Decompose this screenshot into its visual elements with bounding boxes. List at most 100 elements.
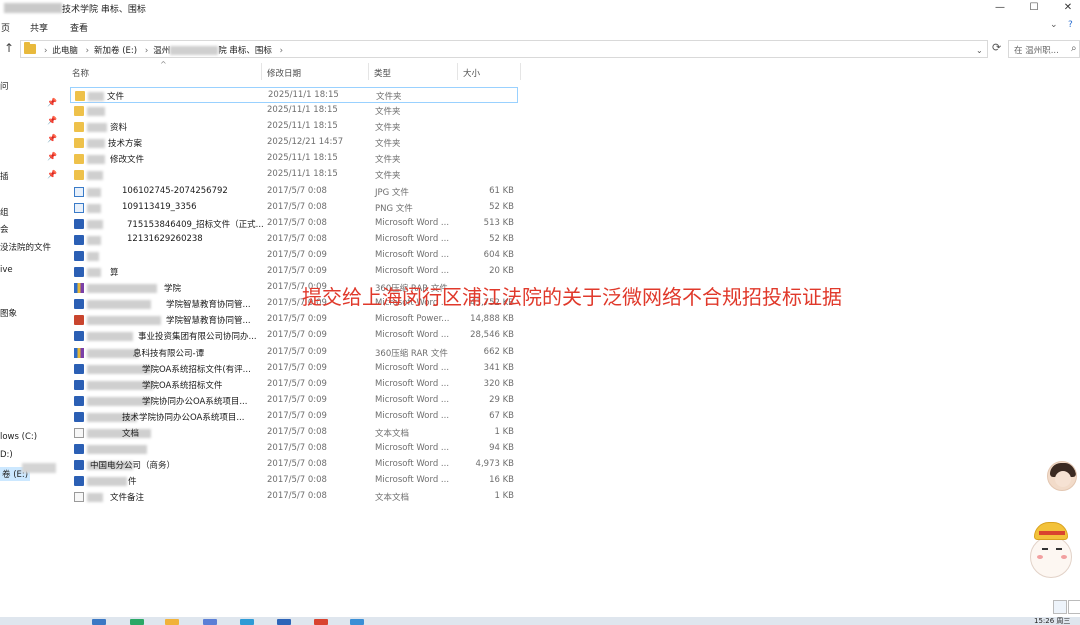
help-icon[interactable]: ? [1068,20,1073,30]
file-type: 文件夹 [375,139,401,150]
breadcrumb: › 此电脑 › 新加卷 (E:) › 温州 院 串标、围标 › [39,44,288,56]
column-header-type[interactable]: 类型 [374,67,391,79]
nav-item-2[interactable]: 插 [0,170,9,182]
avatar [1047,461,1077,491]
file-type: 文件夹 [376,92,402,102]
file-date: 2025/11/1 18:15 [268,90,339,100]
nav-item-drive-d[interactable]: D:) [0,450,13,460]
up-arrow-icon[interactable]: ↑ [4,41,14,55]
nav-item-court-files[interactable]: 没法院的文件 [0,241,51,253]
file-row[interactable]: 修改文件 2025/11/1 18:15 文件夹 [70,151,518,167]
taskbar-app-icon[interactable] [240,619,254,625]
taskbar-app-icon[interactable] [92,619,106,625]
taskbar-app-icon[interactable] [350,619,364,625]
redacted-name [87,171,103,181]
pin-icon[interactable]: 📌 [47,98,57,107]
large-icons-view-icon[interactable] [1068,600,1080,614]
taskbar-app-icon[interactable] [165,619,179,625]
file-row[interactable]: 技术学院协同办公OA系统项目... 2017/5/7 0:09 Microsoft … [70,409,518,425]
file-row[interactable]: 学院协同办公OA系统项目... 2017/5/7 0:09 Microsoft Wo… [70,393,518,409]
nav-item-onedrive[interactable]: ive [0,265,13,275]
crumb-current[interactable]: 院 串标、围标 [218,46,272,56]
file-type: 文本文档 [375,493,410,504]
file-row[interactable]: 2017/5/7 0:09 Microsoft Word ... 604 KB [70,248,518,264]
pin-icon[interactable]: 📌 [47,152,57,161]
file-name: 文档 [122,428,140,439]
text-file-icon [74,492,84,503]
maximize-button[interactable]: ☐ [1016,0,1052,16]
tab-home[interactable]: 页 [1,21,10,34]
image-file-icon [74,202,84,213]
file-row[interactable]: 学院OA系统招标文件 2017/5/7 0:09 Microsoft Word ..… [70,377,518,393]
file-type: 360压缩 RAR 文件 [375,348,448,359]
taskbar-app-icon[interactable] [277,619,291,625]
address-bar[interactable]: › 此电脑 › 新加卷 (E:) › 温州 院 串标、围标 › ⌄ [20,40,988,58]
file-name: 事业投资集团有限公司协同办... [138,332,257,343]
close-button[interactable]: ✕ [1050,0,1080,16]
ribbon-expand-icon[interactable]: ⌄ [1050,20,1058,30]
chevron-down-icon[interactable]: ⌄ [976,46,983,55]
nav-item-6[interactable]: 图象 [0,307,17,319]
file-row[interactable]: 12131629260238 2017/5/7 0:08 Microsoft Wor… [70,232,518,248]
file-row[interactable]: 学院OA系统招标文件(有评... 2017/5/7 0:09 Microsoft W… [70,361,518,377]
file-size: 662 KB [483,346,514,357]
pin-icon[interactable]: 📌 [47,170,57,179]
column-header-name[interactable]: 名称 [72,67,89,79]
file-row[interactable]: 事业投资集团有限公司协同办... 2017/5/7 0:09 Microsoft W… [70,328,518,344]
file-size: 604 KB [483,249,514,260]
file-row[interactable]: 中国电分公司（商务） 2017/5/7 0:08 Microsoft Word ..… [70,457,518,473]
pin-icon[interactable]: 📌 [47,116,57,125]
file-row[interactable]: 2025/11/1 18:15 文件夹 [70,167,518,183]
chevron-right-icon: › [279,46,284,56]
word-doc-icon [74,395,84,406]
column-divider[interactable] [261,63,262,80]
file-row[interactable]: 106102745-2074256792 2017/5/7 0:08 JPG 文件 6… [70,184,518,200]
file-name: 学院OA系统招标文件 [142,380,223,391]
file-date: 2017/5/7 0:09 [267,330,327,341]
file-row[interactable]: 2017/5/7 0:08 Microsoft Word ... 94 KB [70,441,518,457]
crumb-drive-e[interactable]: 新加卷 (E:) [94,46,137,56]
taskbar-app-icon[interactable] [314,619,328,625]
word-doc-icon [74,267,84,278]
file-row[interactable]: 文件 2025/11/1 18:15 文件夹 [70,87,518,104]
taskbar-app-icon[interactable] [203,619,217,625]
file-date: 2017/5/7 0:08 [267,426,327,437]
file-row[interactable]: 算 2017/5/7 0:09 Microsoft Word ... 20 KB [70,264,518,280]
column-header-size[interactable]: 大小 [463,67,480,79]
nav-item-quick-access[interactable]: 问 [0,80,9,92]
nav-item-4[interactable]: 会 [0,223,9,235]
details-view-icon[interactable] [1053,600,1067,614]
column-divider[interactable] [457,63,458,80]
file-row[interactable]: 息科技有限公司-谭 2017/5/7 0:09 360压缩 RAR 文件 662 KB [70,345,518,361]
file-row[interactable]: 学院智慧教育协同管... 2017/5/7 0:09 Microsoft Power… [70,312,518,328]
file-row[interactable]: 资料 2025/11/1 18:15 文件夹 [70,119,518,135]
column-divider[interactable] [368,63,369,80]
nav-item-group[interactable]: 组 [0,206,9,218]
file-row[interactable]: 109113419_3356 2017/5/7 0:08 PNG 文件 52 KB [70,200,518,216]
crumb-wenzhou[interactable]: 温州 [153,46,170,56]
file-name: 71515384​6409_招标文件（正式... [127,219,264,230]
crumb-this-pc[interactable]: 此电脑 [52,46,78,56]
file-name: 文件 [107,92,125,102]
refresh-icon[interactable]: ⟳ [992,41,1001,54]
file-row[interactable]: 71515384​6409_招标文件（正式... 2017/5/7 0:08 Mic… [70,216,518,232]
word-doc-icon [74,476,84,487]
file-type: 文件夹 [375,107,401,118]
file-row[interactable]: 件 2017/5/7 0:08 Microsoft Word ... 16 KB [70,473,518,489]
file-row[interactable]: 文档 2017/5/7 0:08 文本文档 1 KB [70,425,518,441]
file-row[interactable]: 文件备注 2017/5/7 0:08 文本文档 1 KB [70,489,518,505]
file-row[interactable]: 技术方案 2025/12/21 14:57 文件夹 [70,135,518,151]
file-type: 文件夹 [375,123,401,134]
redacted-name [87,477,127,487]
tab-share[interactable]: 共享 [30,21,48,34]
file-size: 1 KB [494,426,514,437]
file-row[interactable]: 2025/11/1 18:15 文件夹 [70,103,518,119]
taskbar-app-icon[interactable] [130,619,144,625]
minimize-button[interactable]: — [982,0,1018,16]
tab-view[interactable]: 查看 [70,21,88,34]
pin-icon[interactable]: 📌 [47,134,57,143]
nav-item-drive-c[interactable]: lows (C:) [0,432,37,442]
column-header-date[interactable]: 修改日期 [267,67,301,79]
search-input[interactable]: 在 温州职... ⌕ [1008,40,1080,58]
column-divider[interactable] [520,63,521,80]
